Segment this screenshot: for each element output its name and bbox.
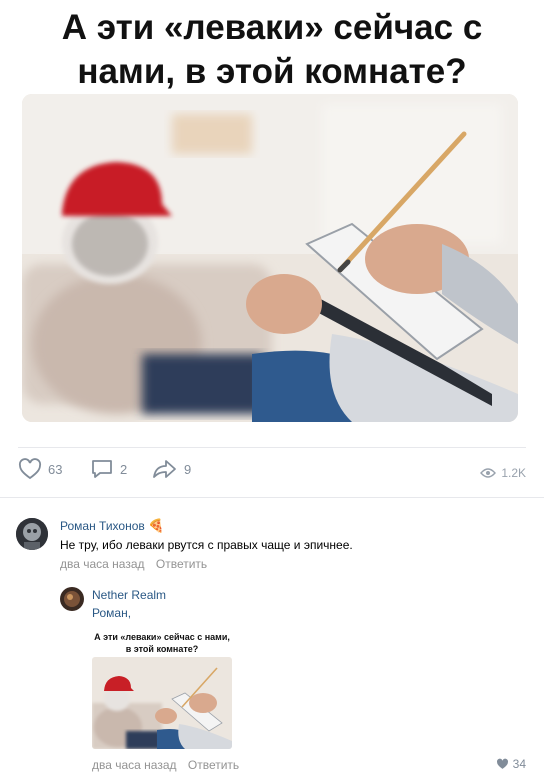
- reply-mention[interactable]: Роман,: [92, 606, 131, 620]
- comment-time[interactable]: два часа назад: [92, 758, 177, 772]
- pizza-emoji-icon: 🍕: [148, 518, 165, 533]
- comment-time[interactable]: два часа назад: [60, 557, 145, 571]
- comment-text: Не тру, ибо леваки рвутся с правых чаще …: [60, 538, 353, 552]
- reply-button[interactable]: Ответить: [156, 557, 207, 571]
- comment-like-button[interactable]: 34: [496, 757, 526, 771]
- comment-author[interactable]: Роман Тихонов 🍕: [60, 518, 164, 534]
- share-count: 9: [184, 461, 192, 477]
- comment-meta: два часа назад Ответить: [60, 557, 207, 571]
- heart-icon: [18, 458, 42, 480]
- comment-meta: два часа назад Ответить: [92, 758, 239, 772]
- avatar[interactable]: [16, 518, 48, 550]
- views-counter: 1.2K: [480, 466, 526, 480]
- share-icon: [153, 460, 176, 478]
- comment-icon: [92, 460, 112, 478]
- like-count: 63: [48, 461, 63, 477]
- therapist-scene-image: [22, 94, 518, 422]
- avatar-image: [16, 518, 48, 550]
- heart-icon: [496, 758, 508, 769]
- divider-top: [18, 447, 526, 448]
- therapist-scene-thumbnail: [92, 657, 232, 749]
- comment-count: 2: [120, 461, 128, 477]
- avatar[interactable]: [60, 587, 84, 611]
- like-button[interactable]: 63: [18, 458, 62, 480]
- comment-author-name: Роман Тихонов: [60, 519, 145, 533]
- post-card: А эти «леваки» сейчас с нами, в этой ком…: [18, 0, 526, 436]
- eye-icon: [480, 468, 497, 478]
- comment-button[interactable]: 2: [90, 458, 127, 480]
- share-button[interactable]: 9: [152, 458, 191, 480]
- meme-caption: А эти «леваки» сейчас с нами, в этой ком…: [61, 8, 483, 91]
- meme-photo[interactable]: [22, 94, 518, 422]
- reply-button[interactable]: Ответить: [188, 758, 239, 772]
- attachment-caption: А эти «леваки» сейчас с нами, в этой ком…: [94, 632, 230, 654]
- comment-author[interactable]: Nether Realm: [92, 588, 166, 602]
- comment-attachment-image[interactable]: А эти «леваки» сейчас с нами, в этой ком…: [92, 627, 232, 749]
- views-count: 1.2K: [501, 466, 526, 480]
- comment-like-count: 34: [512, 757, 526, 771]
- avatar-image: [60, 587, 84, 611]
- attachment-photo: [92, 657, 232, 749]
- post-actions: 63 2 9 1.2K: [0, 452, 544, 496]
- divider-comments: [0, 497, 544, 498]
